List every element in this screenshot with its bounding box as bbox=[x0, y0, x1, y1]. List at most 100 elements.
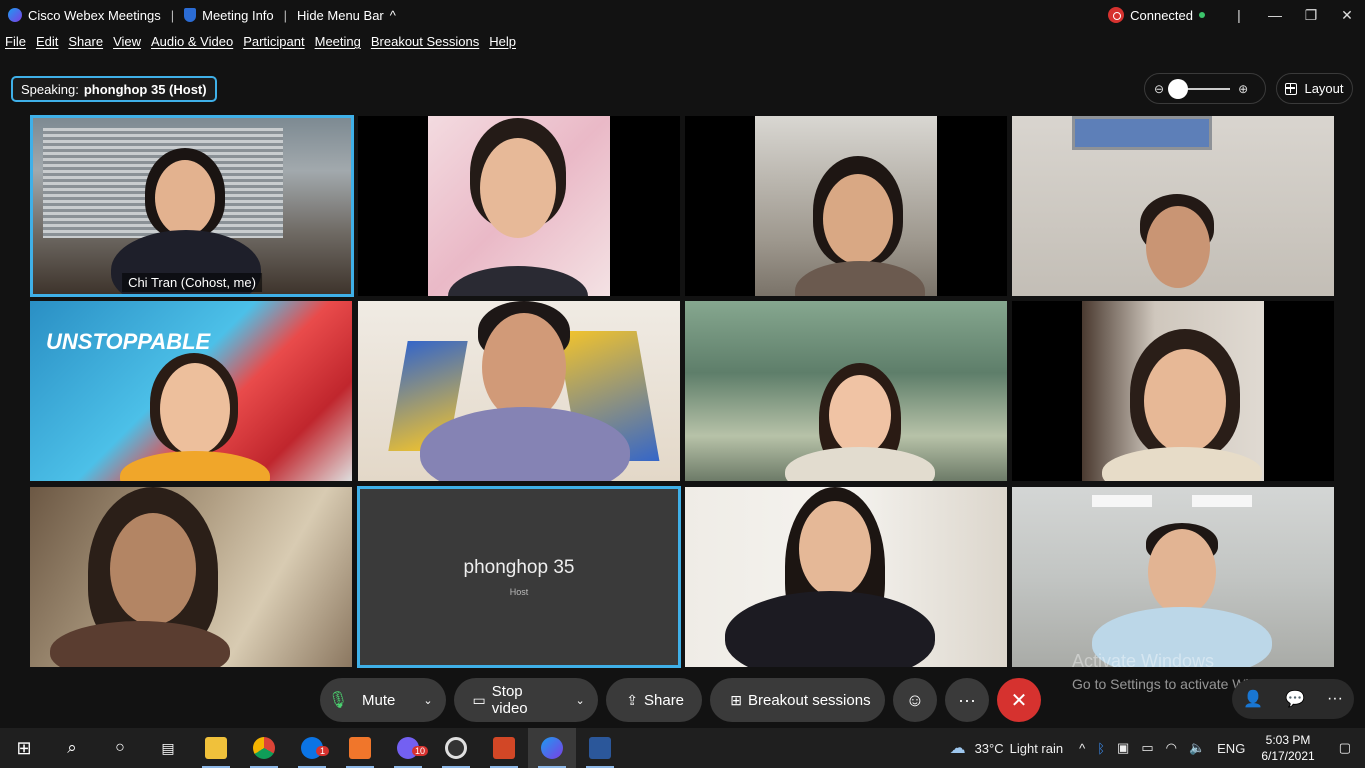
video-feed bbox=[358, 301, 680, 481]
chrome-taskbar[interactable] bbox=[240, 728, 288, 768]
chat-icon[interactable]: 💬 bbox=[1285, 689, 1305, 709]
person-face bbox=[823, 174, 893, 264]
close-button[interactable]: ✕ bbox=[1329, 7, 1365, 24]
person-face bbox=[480, 138, 556, 238]
search-button[interactable]: ⌕ bbox=[48, 728, 96, 768]
status-dot-icon bbox=[1199, 12, 1205, 18]
webex-taskbar[interactable] bbox=[528, 728, 576, 768]
video-tile-7[interactable] bbox=[685, 301, 1007, 481]
person-face bbox=[1146, 206, 1210, 288]
menu-meeting[interactable]: Meeting bbox=[310, 34, 366, 58]
more-panels-ellipsis-icon[interactable]: ··· bbox=[1327, 690, 1343, 708]
video-tile-6[interactable] bbox=[358, 301, 680, 481]
menu-help[interactable]: Help bbox=[484, 34, 521, 58]
video-tile-3[interactable] bbox=[685, 116, 1007, 296]
participants-icon[interactable]: 👤 bbox=[1243, 689, 1263, 709]
chevron-up-icon[interactable]: ^ bbox=[1073, 741, 1091, 756]
viber-taskbar[interactable]: 10 bbox=[384, 728, 432, 768]
chevron-up-icon: ^ bbox=[389, 7, 396, 23]
app-icon bbox=[349, 737, 371, 759]
video-feed bbox=[1012, 487, 1334, 667]
media-taskbar[interactable] bbox=[432, 728, 480, 768]
printer-icon[interactable]: ▣ bbox=[1111, 740, 1135, 756]
app-name: Cisco Webex Meetings bbox=[28, 7, 161, 23]
meeting-info-button[interactable]: Meeting Info bbox=[176, 8, 282, 23]
mute-options-chevron-down-icon[interactable]: ⌄ bbox=[416, 694, 440, 707]
grid-icon bbox=[1285, 82, 1298, 95]
weather-icon: ☁ bbox=[949, 740, 966, 757]
notifications-icon[interactable]: ▢ bbox=[1325, 740, 1365, 756]
share-button[interactable]: ⇪ Share bbox=[606, 678, 702, 722]
zoom-out-icon[interactable]: ⊖ bbox=[1154, 82, 1164, 96]
video-tile-2[interactable] bbox=[358, 116, 680, 296]
menu-participant[interactable]: Participant bbox=[238, 34, 309, 58]
end-meeting-button[interactable]: ✕ bbox=[997, 678, 1041, 722]
ellipsis-icon: ··· bbox=[958, 689, 976, 710]
person-face bbox=[829, 375, 891, 455]
zalo-taskbar[interactable]: 1 bbox=[288, 728, 336, 768]
video-tile-4[interactable] bbox=[1012, 116, 1334, 296]
task-view-icon: ▤ bbox=[161, 739, 175, 756]
bluetooth-icon[interactable]: ᛒ bbox=[1091, 741, 1111, 756]
wifi-icon[interactable]: ◠ bbox=[1160, 740, 1183, 756]
video-tile-self[interactable]: Chi Tran (Cohost, me) bbox=[30, 115, 354, 297]
video-tile-host[interactable]: phonghop 35 Host bbox=[357, 486, 681, 668]
clock[interactable]: 5:03 PM 6/17/2021 bbox=[1251, 732, 1324, 764]
menu-file[interactable]: File bbox=[0, 34, 31, 58]
cortana-button[interactable]: ○ bbox=[96, 728, 144, 768]
stop-video-button[interactable]: ▭ Stop video ⌄ bbox=[454, 678, 598, 722]
word-taskbar[interactable] bbox=[576, 728, 624, 768]
zoom-slider[interactable] bbox=[1168, 78, 1231, 99]
zoom-slider-knob[interactable] bbox=[1168, 78, 1189, 99]
breakout-grid-icon: ⊞ bbox=[730, 691, 742, 708]
menu-share[interactable]: Share bbox=[63, 34, 108, 58]
minimize-button[interactable]: — bbox=[1257, 7, 1293, 23]
video-options-chevron-down-icon[interactable]: ⌄ bbox=[568, 694, 592, 707]
search-icon: ⌕ bbox=[67, 738, 77, 757]
chrome-icon bbox=[253, 737, 275, 759]
battery-icon[interactable]: ▭ bbox=[1135, 740, 1159, 756]
restore-button[interactable]: ❐ bbox=[1293, 7, 1329, 24]
mute-button[interactable]: 🎙 Mute ⌄ bbox=[320, 678, 446, 722]
connection-status[interactable]: Connected bbox=[1108, 7, 1205, 23]
title-bar: Cisco Webex Meetings | Meeting Info | Hi… bbox=[0, 0, 1365, 30]
app-title: Cisco Webex Meetings bbox=[0, 8, 169, 23]
menu-breakout-sessions[interactable]: Breakout Sessions bbox=[366, 34, 484, 58]
camera-icon: ▭ bbox=[472, 691, 486, 708]
task-view-button[interactable]: ▤ bbox=[144, 728, 192, 768]
clock-time: 5:03 PM bbox=[1265, 733, 1311, 747]
video-tile-5[interactable]: UNSTOPPABLE bbox=[30, 301, 352, 481]
app-taskbar[interactable] bbox=[336, 728, 384, 768]
layout-button[interactable]: Layout bbox=[1276, 73, 1353, 104]
panel-controls: 👤 💬 ··· bbox=[1232, 679, 1354, 719]
start-button[interactable]: ⊞ bbox=[0, 728, 48, 768]
menu-edit[interactable]: Edit bbox=[31, 34, 63, 58]
hide-menu-bar-button[interactable]: Hide Menu Bar ^ bbox=[289, 8, 404, 23]
menu-audio-video[interactable]: Audio & Video bbox=[146, 34, 238, 58]
person-face bbox=[482, 313, 566, 421]
notification-badge: 10 bbox=[412, 746, 429, 756]
volume-icon[interactable]: 🔈 bbox=[1183, 740, 1211, 756]
separator: | bbox=[1237, 7, 1241, 23]
clock-date: 6/17/2021 bbox=[1261, 749, 1315, 763]
zoom-in-icon[interactable]: ⊕ bbox=[1238, 82, 1248, 96]
powerpoint-taskbar[interactable] bbox=[480, 728, 528, 768]
person-face bbox=[110, 513, 196, 625]
video-tile-9[interactable] bbox=[30, 487, 352, 667]
file-explorer-taskbar[interactable] bbox=[192, 728, 240, 768]
more-options-button[interactable]: ··· bbox=[945, 678, 989, 722]
video-tile-11[interactable] bbox=[685, 487, 1007, 667]
breakout-sessions-button[interactable]: ⊞ Breakout sessions bbox=[710, 678, 885, 722]
video-tile-12[interactable] bbox=[1012, 487, 1334, 667]
menu-view[interactable]: View bbox=[108, 34, 146, 58]
breakout-sessions-label: Breakout sessions bbox=[748, 691, 871, 709]
language-indicator[interactable]: ENG bbox=[1211, 741, 1251, 756]
video-feed bbox=[685, 301, 1007, 481]
speaking-indicator: Speaking: phonghop 35 (Host) bbox=[11, 76, 217, 102]
video-tile-8[interactable] bbox=[1012, 301, 1334, 481]
weather-temp[interactable]: 33°C bbox=[972, 741, 1007, 756]
reactions-button[interactable]: ☺ bbox=[893, 678, 937, 722]
weather-desc[interactable]: Light rain bbox=[1007, 741, 1073, 756]
mute-label: Mute bbox=[362, 691, 396, 709]
meeting-info-label: Meeting Info bbox=[202, 7, 274, 23]
